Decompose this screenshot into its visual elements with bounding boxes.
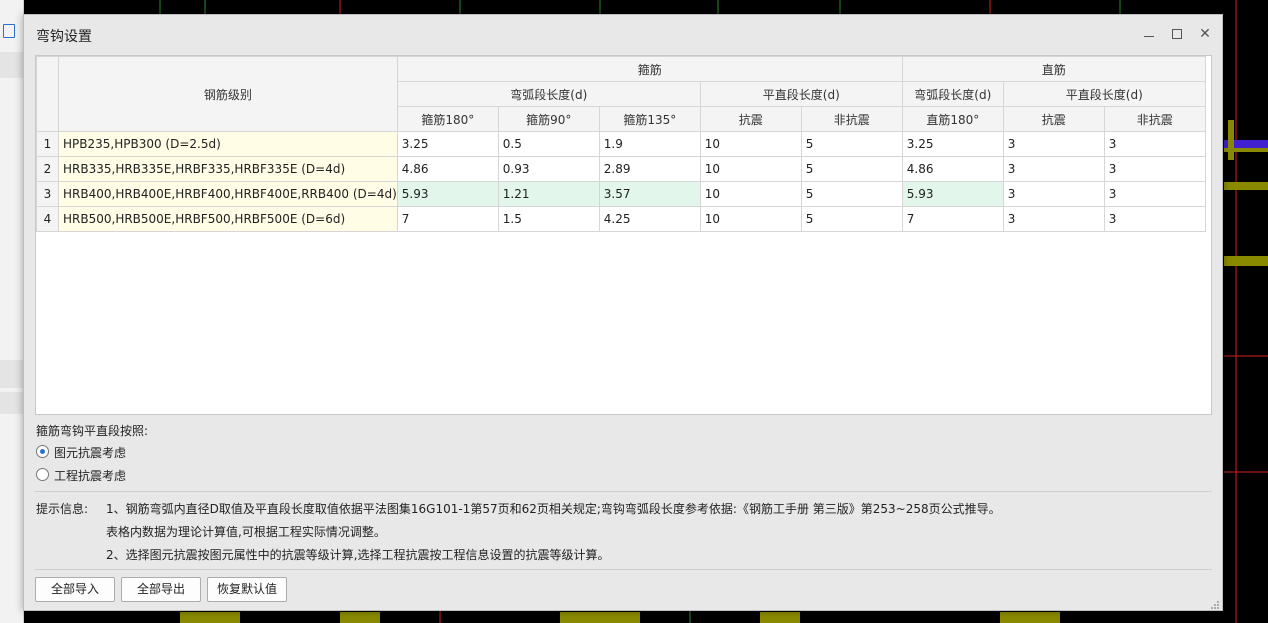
- row-number[interactable]: 4: [36, 206, 59, 232]
- value-cell[interactable]: 3: [1103, 181, 1206, 207]
- value-cell[interactable]: 7: [396, 206, 499, 232]
- hook-table: 钢筋级别 箍筋 直筋 弯弧段长度(d) 平直段长度(d) 弯弧段长度(d) 平直…: [36, 56, 1206, 232]
- value-cell[interactable]: 7: [901, 206, 1004, 232]
- header-straight-arc-length[interactable]: 弯弧段长度(d): [901, 81, 1004, 107]
- divider: [35, 569, 1212, 570]
- tips-label: 提示信息:: [36, 502, 89, 516]
- stirrup-flat-option-label: 箍筋弯钩平直段按照:: [36, 424, 149, 438]
- hook-settings-grid: 钢筋级别 箍筋 直筋 弯弧段长度(d) 平直段长度(d) 弯弧段长度(d) 平直…: [35, 55, 1212, 415]
- radio-label: 图元抗震考虑: [54, 446, 127, 460]
- value-cell[interactable]: 4.86: [396, 156, 499, 182]
- header-straight[interactable]: 直筋: [901, 56, 1206, 82]
- value-cell[interactable]: 10: [699, 131, 802, 157]
- value-cell[interactable]: 5: [800, 131, 903, 157]
- close-button[interactable]: ✕: [1194, 23, 1216, 45]
- header-stirrup-135[interactable]: 箍筋135°: [598, 106, 701, 132]
- header-stirrup-180[interactable]: 箍筋180°: [396, 106, 499, 132]
- table-row[interactable]: 1 HPB235,HPB300 (D=2.5d) 3.25 0.5 1.9 10…: [36, 131, 1206, 157]
- left-panel-item[interactable]: [0, 360, 24, 388]
- grade-cell[interactable]: HRB500,HRB500E,HRBF500,HRBF500E (D=6d): [58, 206, 398, 232]
- radio-unchecked-icon[interactable]: [36, 468, 49, 481]
- restore-default-button[interactable]: 恢复默认值: [207, 577, 287, 602]
- value-cell[interactable]: 3: [1002, 206, 1105, 232]
- grade-cell[interactable]: HRB335,HRB335E,HRBF335,HRBF335E (D=4d): [58, 156, 398, 182]
- row-number[interactable]: 3: [36, 181, 59, 207]
- radio-checked-icon[interactable]: [36, 445, 49, 458]
- value-cell[interactable]: 5.93: [901, 181, 1004, 207]
- value-cell[interactable]: 4.25: [598, 206, 701, 232]
- row-number[interactable]: 1: [36, 131, 59, 157]
- import-all-button[interactable]: 全部导入: [35, 577, 115, 602]
- header-grade[interactable]: 钢筋级别: [58, 56, 398, 132]
- table-row[interactable]: 2 HRB335,HRB335E,HRBF335,HRBF335E (D=4d)…: [36, 156, 1206, 182]
- header-straight-non-seismic[interactable]: 非抗震: [1103, 106, 1206, 132]
- left-side-panel: [0, 0, 24, 623]
- close-icon: ✕: [1199, 26, 1211, 42]
- value-cell[interactable]: 10: [699, 156, 802, 182]
- value-cell[interactable]: 2.89: [598, 156, 701, 182]
- value-cell[interactable]: 3: [1002, 131, 1105, 157]
- value-cell[interactable]: 5: [800, 181, 903, 207]
- corner-header[interactable]: [36, 56, 59, 132]
- minimize-button[interactable]: [1138, 23, 1160, 45]
- value-cell[interactable]: 3.25: [396, 131, 499, 157]
- value-cell[interactable]: 5.93: [396, 181, 499, 207]
- value-cell[interactable]: 3.25: [901, 131, 1004, 157]
- header-straight-flat-length[interactable]: 平直段长度(d): [1002, 81, 1206, 107]
- value-cell[interactable]: 1.21: [497, 181, 600, 207]
- maximize-icon: [1172, 29, 1182, 39]
- dialog-title: 弯钩设置: [36, 29, 92, 45]
- panel-layer-icon[interactable]: [3, 24, 15, 38]
- tip-line-3: 2、选择图元抗震按图元属性中的抗震等级计算,选择工程抗震按工程信息设置的抗震等级…: [106, 548, 610, 562]
- header-stirrup[interactable]: 箍筋: [396, 56, 903, 82]
- header-straight-seismic[interactable]: 抗震: [1002, 106, 1105, 132]
- grade-cell[interactable]: HPB235,HPB300 (D=2.5d): [58, 131, 398, 157]
- header-stirrup-arc-length[interactable]: 弯弧段长度(d): [396, 81, 701, 107]
- minimize-icon: [1144, 36, 1154, 37]
- value-cell[interactable]: 3.57: [598, 181, 701, 207]
- table-row[interactable]: 4 HRB500,HRB500E,HRBF500,HRBF500E (D=6d)…: [36, 206, 1206, 232]
- hook-settings-dialog: 弯钩设置 ✕ 钢筋级别 箍筋 直筋 弯弧段长度(d) 平直段长度(d) 弯弧段长…: [23, 14, 1223, 611]
- tip-line-2: 表格内数据为理论计算值,可根据工程实际情况调整。: [106, 525, 386, 539]
- value-cell[interactable]: 3: [1002, 181, 1105, 207]
- maximize-button[interactable]: [1166, 23, 1188, 45]
- value-cell[interactable]: 1.5: [497, 206, 600, 232]
- header-straight-180[interactable]: 直筋180°: [901, 106, 1004, 132]
- left-panel-item[interactable]: [0, 52, 24, 78]
- tip-line-1: 1、钢筋弯弧内直径D取值及平直段长度取值依据平法图集16G101-1第57页和6…: [106, 502, 1001, 516]
- value-cell[interactable]: 3: [1103, 156, 1206, 182]
- left-panel-item[interactable]: [0, 392, 24, 414]
- grade-cell[interactable]: HRB400,HRB400E,HRBF400,HRBF400E,RRB400 (…: [58, 181, 398, 207]
- value-cell[interactable]: 4.86: [901, 156, 1004, 182]
- value-cell[interactable]: 10: [699, 181, 802, 207]
- header-stirrup-non-seismic[interactable]: 非抗震: [800, 106, 903, 132]
- value-cell[interactable]: 0.5: [497, 131, 600, 157]
- title-bar[interactable]: 弯钩设置 ✕: [24, 15, 1222, 53]
- value-cell[interactable]: 10: [699, 206, 802, 232]
- divider: [35, 491, 1212, 492]
- header-stirrup-flat-length[interactable]: 平直段长度(d): [699, 81, 903, 107]
- radio-label: 工程抗震考虑: [54, 469, 127, 483]
- value-cell[interactable]: 3: [1103, 131, 1206, 157]
- export-all-button[interactable]: 全部导出: [121, 577, 201, 602]
- header-stirrup-90[interactable]: 箍筋90°: [497, 106, 600, 132]
- resize-grip-icon[interactable]: [1210, 600, 1220, 610]
- value-cell[interactable]: 1.9: [598, 131, 701, 157]
- value-cell[interactable]: 3: [1002, 156, 1105, 182]
- value-cell[interactable]: 0.93: [497, 156, 600, 182]
- header-stirrup-seismic[interactable]: 抗震: [699, 106, 802, 132]
- value-cell[interactable]: 5: [800, 206, 903, 232]
- row-number[interactable]: 2: [36, 156, 59, 182]
- value-cell[interactable]: 5: [800, 156, 903, 182]
- value-cell[interactable]: 3: [1103, 206, 1206, 232]
- table-row-selected[interactable]: 3 HRB400,HRB400E,HRBF400,HRBF400E,RRB400…: [36, 181, 1206, 207]
